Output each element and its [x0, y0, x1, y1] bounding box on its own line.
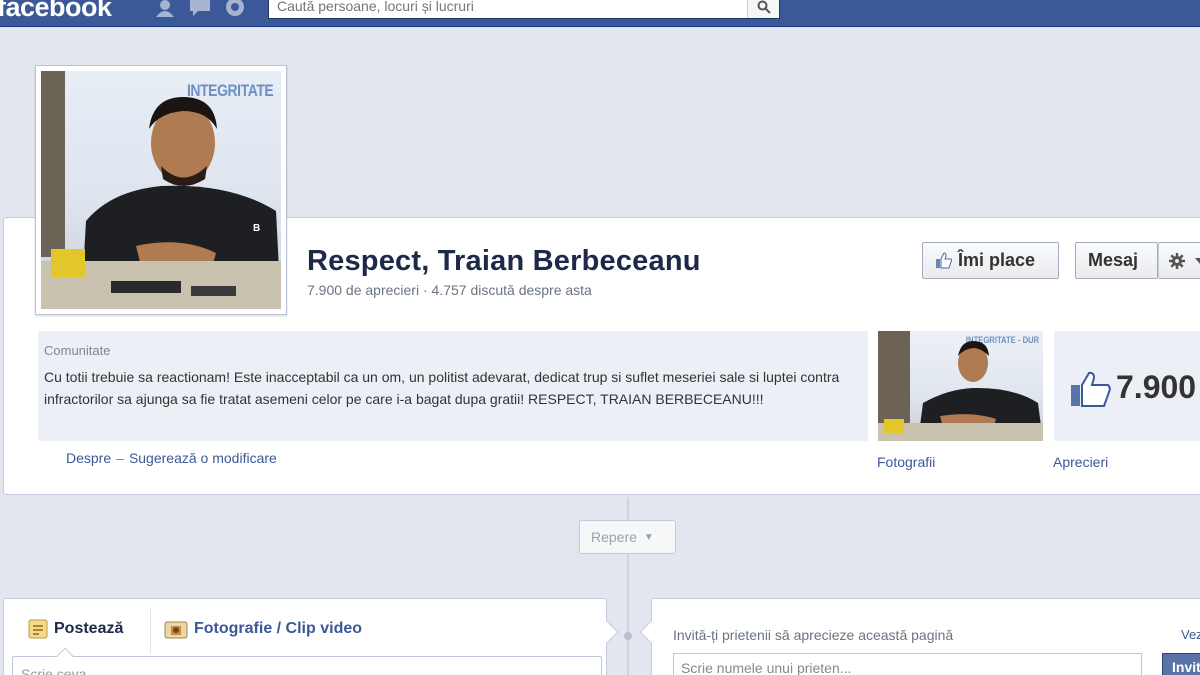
settings-menu-button[interactable]	[1158, 242, 1200, 279]
like-button-label: Îmi place	[958, 250, 1036, 270]
photo-icon	[164, 621, 188, 639]
suggest-edit-link[interactable]: Sugerează o modificare	[129, 450, 277, 466]
thumbs-up-icon	[1071, 371, 1111, 407]
link-separator: –	[116, 450, 124, 466]
chevron-down-icon	[1195, 257, 1200, 264]
thumbs-up-icon	[936, 252, 952, 269]
messages-icon[interactable]	[188, 0, 212, 17]
photos-thumbnail-illustration	[878, 341, 1043, 441]
post-composer: Postează Fotografie / Clip video Scrie c…	[3, 598, 619, 675]
invite-button[interactable]: Invită	[1162, 653, 1200, 675]
timeline-filter-dropdown[interactable]: Repere ▼	[579, 520, 676, 554]
top-bar: facebook	[0, 0, 1200, 27]
svg-text:B: B	[253, 223, 260, 234]
message-button[interactable]: Mesaj	[1075, 242, 1158, 279]
invite-friends-card: Invită-ți prietenii să aprecieze această…	[639, 598, 1200, 675]
profile-photo: INTEGRITATE B	[41, 71, 281, 309]
about-box: Comunitate Cu totii trebuie sa reactiona…	[38, 331, 868, 441]
about-text: Cu totii trebuie sa reactionam! Este ina…	[44, 369, 840, 407]
status-icon	[28, 619, 48, 639]
notifications-icon[interactable]	[223, 0, 247, 17]
likes-link[interactable]: Aprecieri	[1053, 454, 1108, 470]
see-all-link[interactable]: Vezi	[1181, 627, 1200, 642]
tab-post[interactable]: Postează	[28, 619, 123, 639]
page-stats: 7.900 de aprecieri · 4.757 discută despr…	[307, 282, 592, 298]
page-title[interactable]: Respect, Traian Berbeceanu	[307, 245, 701, 278]
timeline-filter-label: Repere	[591, 529, 637, 545]
person-photo-illustration: B	[41, 97, 281, 309]
tab-photo-video[interactable]: Fotografie / Clip video	[164, 619, 362, 639]
like-button[interactable]: Îmi place	[922, 242, 1059, 279]
friend-name-input[interactable]: Scrie numele unui prieten...	[673, 653, 1142, 675]
likes-count: 7.900	[1116, 369, 1197, 405]
gear-icon	[1169, 252, 1185, 269]
search-button[interactable]	[747, 0, 779, 18]
friend-requests-icon[interactable]	[153, 0, 177, 17]
tab-post-label: Postează	[54, 620, 124, 637]
page-category: Comunitate	[44, 343, 111, 358]
about-link[interactable]: Despre	[66, 450, 111, 466]
likes-thumbnail[interactable]: 7.900	[1054, 331, 1200, 441]
chevron-down-icon: ▼	[643, 531, 654, 543]
invite-title: Invită-ți prietenii să aprecieze această…	[673, 627, 954, 643]
photos-thumbnail[interactable]: INTEGRITATE - DUR	[878, 331, 1043, 441]
facebook-logo[interactable]: facebook	[0, 0, 112, 23]
search-box	[268, 0, 780, 19]
timeline-dot	[624, 632, 632, 640]
message-button-label: Mesaj	[1088, 250, 1139, 270]
search-icon	[757, 0, 771, 14]
about-links: Despre – Sugerează o modificare	[66, 450, 277, 466]
profile-picture[interactable]: INTEGRITATE B	[35, 65, 287, 315]
photos-link[interactable]: Fotografii	[877, 454, 935, 470]
search-input[interactable]	[269, 0, 739, 17]
composer-input[interactable]: Scrie ceva...	[12, 656, 602, 675]
tab-photo-label: Fotografie / Clip video	[194, 620, 363, 637]
